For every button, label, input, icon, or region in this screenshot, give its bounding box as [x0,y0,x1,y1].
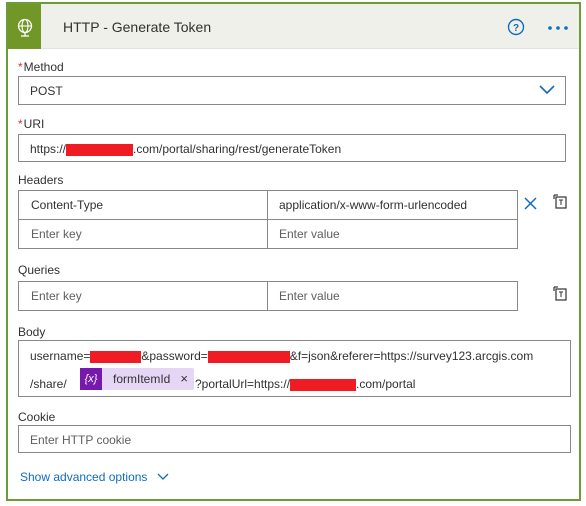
dynamic-content-token[interactable]: {x} formItemId × [80,368,194,390]
body-label: Body [18,325,46,339]
query-key-placeholder: Enter key [31,289,82,303]
redacted-block [66,143,134,156]
method-label-text: Method [23,60,64,74]
variable-icon: {x} [80,368,102,390]
query-value-placeholder: Enter value [279,289,340,303]
header-key-input-empty[interactable]: Enter key [18,219,268,249]
method-dropdown[interactable]: POST [18,76,566,105]
header-value-input[interactable]: application/x-www-form-urlencoded [267,190,518,220]
header-value-placeholder: Enter value [279,227,340,241]
query-key-input[interactable]: Enter key [18,281,268,311]
required-marker: * [18,60,23,74]
more-ellipsis-icon[interactable] [545,16,571,36]
chevron-down-icon [539,83,555,100]
header-key-input[interactable]: Content-Type [18,190,268,220]
card-header[interactable]: HTTP - Generate Token ? [8,4,579,49]
cookie-placeholder: Enter HTTP cookie [30,433,132,447]
switch-to-text-icon[interactable] [552,285,570,303]
show-advanced-options-link[interactable]: Show advanced options [20,470,169,485]
header-key-placeholder: Enter key [31,227,82,241]
uri-input[interactable]: https:// .com/portal/sharing/rest/generat… [18,134,566,162]
http-action-card: HTTP - Generate Token ? *Method POST *UR… [6,2,581,501]
queries-label: Queries [18,263,61,277]
svg-text:?: ? [513,23,519,34]
switch-to-text-icon[interactable] [552,193,570,211]
headers-label: Headers [18,173,64,187]
method-label: *Method [18,60,64,74]
redacted-block [290,378,357,391]
uri-value: https:// .com/portal/sharing/rest/generat… [30,142,341,156]
body-text-part: &f=json&referer=https://survey123.arcgis… [289,349,534,363]
uri-prefix: https:// [30,142,67,156]
body-line-1: username= &password= &f=json&referer=https… [30,349,533,363]
body-text-part: username= [30,349,91,363]
uri-suffix: .com/portal/sharing/rest/generateToken [133,142,342,156]
globe-icon [8,4,41,49]
advanced-label: Show advanced options [20,470,148,484]
cookie-input[interactable]: Enter HTTP cookie [18,425,571,453]
redacted-block [90,350,142,363]
body-line-2-start: /share/ [30,377,67,391]
uri-label-text: URI [23,117,45,131]
uri-label: *URI [18,117,44,131]
header-key-value: Content-Type [31,198,104,212]
header-value-value: application/x-www-form-urlencoded [279,198,468,212]
method-value: POST [30,84,63,98]
body-input[interactable]: username= &password= &f=json&referer=https… [18,340,571,397]
query-value-input[interactable]: Enter value [267,281,518,311]
body-text-part: &password= [141,349,208,363]
header-value-input-empty[interactable]: Enter value [267,219,518,249]
cookie-label: Cookie [18,410,56,424]
token-label: formItemId [113,372,171,386]
body-text-part: ?portalUrl=https:// [195,377,291,391]
chevron-down-icon [157,471,169,485]
card-title: HTTP - Generate Token [63,19,212,35]
redacted-block [207,350,290,363]
help-circle-icon[interactable]: ? [507,18,525,36]
close-icon[interactable] [522,195,540,213]
body-line-2-end: ?portalUrl=https:// .com/portal [195,377,415,391]
required-marker: * [18,117,23,131]
remove-token-icon[interactable]: × [180,371,188,386]
body-text-part: .com/portal [356,377,416,391]
